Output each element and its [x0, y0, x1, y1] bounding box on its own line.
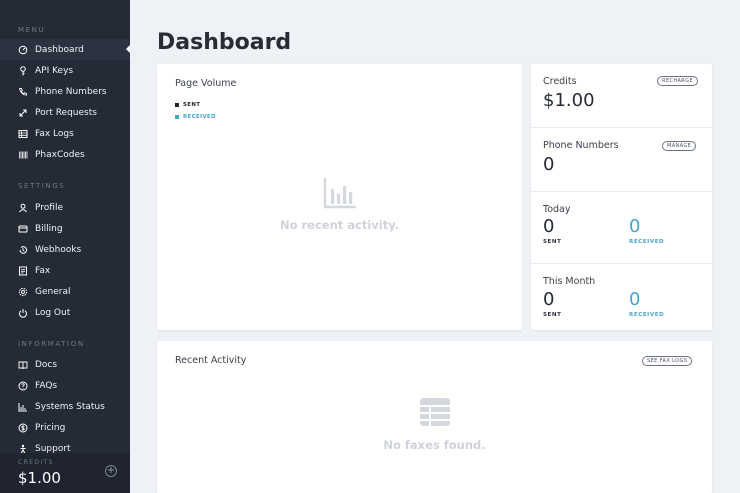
sidebar-item-pricing[interactable]: Pricing	[0, 417, 130, 438]
credit-card-icon	[18, 224, 28, 234]
today-section: Today 0 SENT 0 RECEIVED	[531, 191, 712, 263]
sidebar-item-label: Billing	[35, 223, 63, 234]
sidebar-item-webhooks[interactable]: Webhooks	[0, 239, 130, 260]
dollar-icon	[18, 423, 28, 433]
sidebar-item-label: Profile	[35, 202, 63, 213]
sidebar-item-faqs[interactable]: FAQs	[0, 375, 130, 396]
month-received-value: 0	[629, 289, 641, 310]
sidebar-item-label: Fax Logs	[35, 128, 74, 139]
page-volume-title: Page Volume	[175, 78, 237, 89]
transfer-icon	[18, 108, 28, 118]
month-sent-label: SENT	[543, 312, 562, 318]
phone-numbers-title: Phone Numbers	[543, 140, 619, 151]
sidebar-item-label: Support	[35, 443, 71, 454]
sidebar-credits: CREDITS $1.00 +	[0, 453, 130, 493]
today-received-value: 0	[629, 216, 641, 237]
credits-section: Credits RECHARGE $1.00	[531, 64, 712, 127]
sidebar-item-dashboard[interactable]: Dashboard	[0, 39, 130, 60]
bar-chart-icon	[323, 178, 356, 209]
month-received-label: RECEIVED	[629, 312, 665, 318]
sidebar-item-systems-status[interactable]: Systems Status	[0, 396, 130, 417]
today-sent-value: 0	[543, 216, 555, 237]
menu-section-title: MENU	[18, 26, 46, 34]
sidebar-item-general[interactable]: General	[0, 281, 130, 302]
dashboard-icon	[18, 45, 28, 55]
phone-numbers-section: Phone Numbers MANAGE 0	[531, 127, 712, 191]
credits-value: $1.00	[543, 90, 595, 111]
sidebar-item-label: Fax	[35, 265, 51, 276]
sidebar-item-label: General	[35, 286, 71, 297]
today-title: Today	[543, 204, 571, 215]
sidebar-item-api-keys[interactable]: API Keys	[0, 60, 130, 81]
legend-sent-label: SENT	[183, 102, 201, 108]
information-section-title: INFORMATION	[18, 340, 85, 348]
sidebar-credits-value: $1.00	[18, 469, 61, 487]
key-icon	[18, 65, 28, 76]
page-volume-card: Page Volume SENT RECEIVED No recent acti…	[157, 64, 522, 330]
sidebar-item-profile[interactable]: Profile	[0, 197, 130, 218]
history-icon	[18, 245, 28, 255]
sidebar-item-label: Log Out	[35, 307, 71, 318]
phone-icon	[18, 87, 28, 97]
recharge-button[interactable]: RECHARGE	[657, 76, 699, 86]
sidebar-item-fax[interactable]: Fax	[0, 260, 130, 281]
question-icon	[18, 381, 28, 391]
barcode-icon	[18, 150, 28, 160]
legend-received[interactable]: RECEIVED	[175, 114, 216, 120]
legend-sent[interactable]: SENT	[175, 102, 200, 108]
see-fax-logs-button[interactable]: SEE FAX LOGS	[642, 356, 693, 366]
today-received-label: RECEIVED	[629, 239, 665, 245]
sidebar-item-label: Docs	[35, 359, 58, 370]
sidebar-item-phaxcodes[interactable]: PhaxCodes	[0, 144, 130, 165]
legend-received-label: RECEIVED	[183, 114, 216, 120]
legend-sent-swatch	[175, 103, 179, 107]
gear-icon	[18, 287, 28, 297]
month-sent-value: 0	[543, 289, 555, 310]
sidebar-item-docs[interactable]: Docs	[0, 354, 130, 375]
manage-button[interactable]: MANAGE	[662, 141, 697, 151]
month-section: This Month 0 SENT 0 RECEIVED	[531, 263, 712, 330]
page-volume-empty-text: No recent activity.	[279, 218, 400, 232]
sidebar-item-label: API Keys	[35, 65, 74, 76]
sidebar: MENU Dashboard API Keys Phone Numbers Po…	[0, 0, 130, 493]
add-credits-button[interactable]: +	[105, 465, 117, 477]
sidebar-item-log-out[interactable]: Log Out	[0, 302, 130, 323]
sidebar-item-label: Pricing	[35, 422, 66, 433]
recent-activity-title: Recent Activity	[175, 355, 247, 366]
sidebar-item-label: Dashboard	[35, 44, 84, 55]
fax-icon	[18, 266, 28, 276]
sidebar-item-label: FAQs	[35, 380, 58, 391]
stats-card: Credits RECHARGE $1.00 Phone Numbers MAN…	[531, 64, 712, 330]
book-icon	[18, 360, 28, 370]
legend-received-swatch	[175, 115, 179, 119]
list-icon	[18, 129, 28, 139]
sidebar-item-port-requests[interactable]: Port Requests	[0, 102, 130, 123]
recent-activity-empty-state: No faxes found.	[157, 396, 712, 452]
settings-section-title: SETTINGS	[18, 182, 66, 190]
credits-title: Credits	[543, 76, 577, 87]
today-sent-label: SENT	[543, 239, 562, 245]
sidebar-credits-label: CREDITS	[18, 459, 54, 466]
sidebar-item-fax-logs[interactable]: Fax Logs	[0, 123, 130, 144]
sidebar-item-phone-numbers[interactable]: Phone Numbers	[0, 81, 130, 102]
sidebar-item-label: Port Requests	[35, 107, 97, 118]
recent-activity-empty-text: No faxes found.	[383, 438, 486, 452]
page-volume-empty-state: No recent activity.	[157, 177, 522, 232]
sidebar-item-label: Phone Numbers	[35, 86, 107, 97]
support-icon	[18, 444, 28, 454]
phone-numbers-value: 0	[543, 154, 555, 175]
sidebar-item-label: Systems Status	[35, 401, 105, 412]
user-icon	[18, 203, 28, 213]
sidebar-item-label: Webhooks	[35, 244, 82, 255]
page-title: Dashboard	[157, 30, 292, 55]
recent-activity-card: Recent Activity SEE FAX LOGS No faxes fo…	[157, 341, 712, 493]
bar-chart-icon	[18, 402, 28, 412]
sidebar-item-label: PhaxCodes	[35, 149, 85, 160]
month-title: This Month	[543, 276, 596, 287]
sidebar-item-billing[interactable]: Billing	[0, 218, 130, 239]
power-icon	[18, 308, 28, 318]
table-icon	[419, 398, 450, 426]
